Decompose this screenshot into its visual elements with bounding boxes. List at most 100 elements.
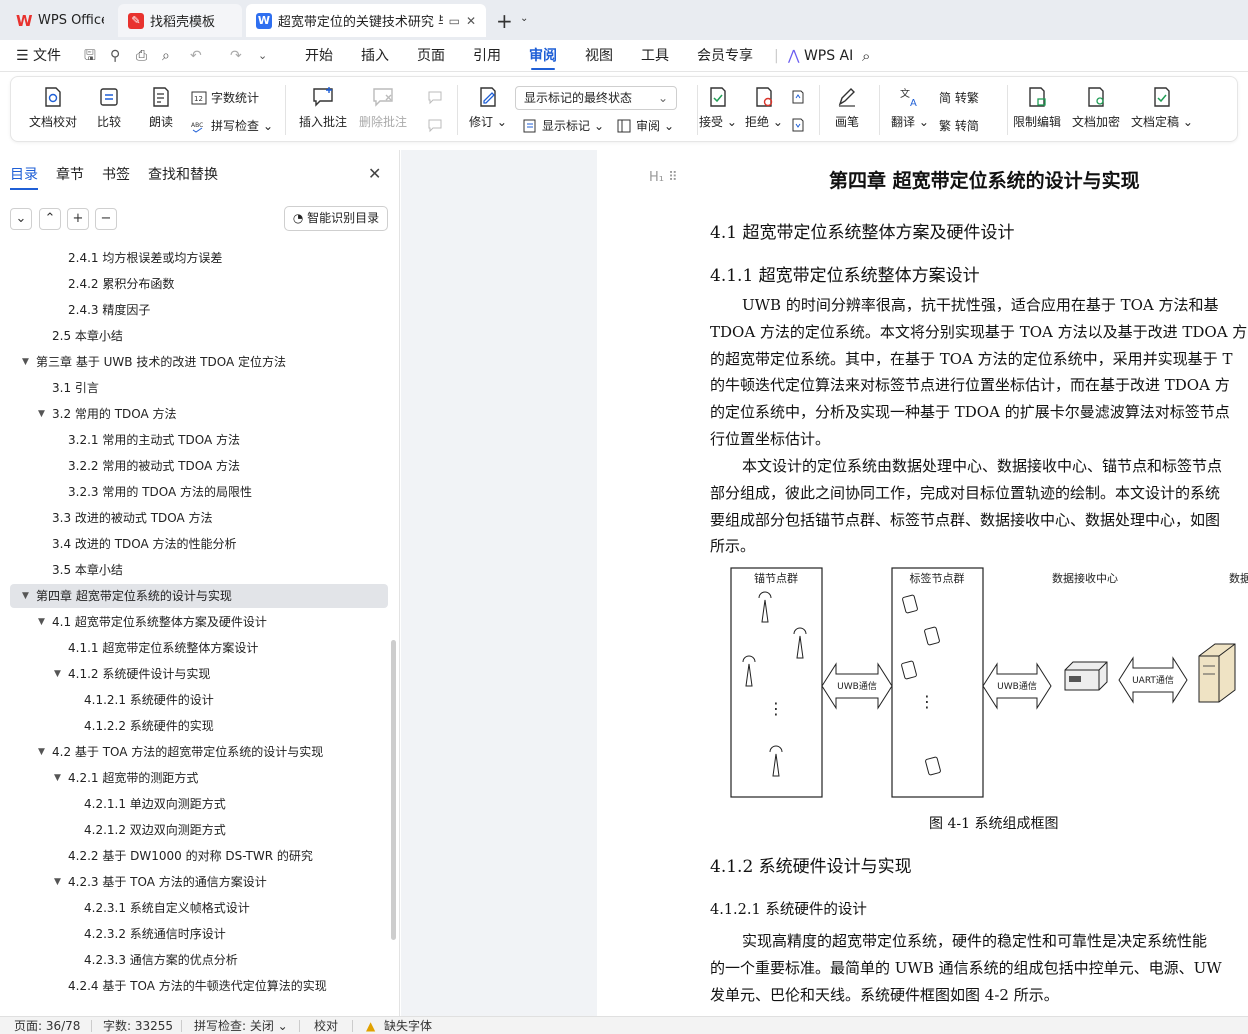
show-markup-button[interactable]: 显示标记 ⌄ <box>522 117 604 134</box>
toc-item[interactable]: 4.2.2 基于 DW1000 的对称 DS-TWR 的研究 <box>10 844 388 868</box>
to-traditional-button[interactable]: 简 转繁 <box>939 89 979 106</box>
toc-item[interactable]: 2.4.3 精度因子 <box>10 298 388 322</box>
print-preview-icon[interactable]: ⌕ <box>162 40 170 72</box>
prev-change-icon[interactable] <box>790 89 806 105</box>
heading-handle-icon[interactable]: H₁ ⠿ <box>649 170 678 185</box>
to-simplified-button[interactable]: 繁 转简 <box>939 117 979 134</box>
menu-view[interactable]: 视图 <box>585 40 613 72</box>
toc-item[interactable]: 2.4.1 均方根误差或均方误差 <box>10 246 388 270</box>
pen-button[interactable]: 画笔 <box>835 85 859 130</box>
toc-item[interactable]: 4.2.3.2 系统通信时序设计 <box>10 922 388 946</box>
toc-item[interactable]: ▼ 第三章 基于 UWB 技术的改进 TDOA 定位方法 <box>10 350 388 374</box>
expand-toggle-icon[interactable]: ▼ <box>38 610 45 634</box>
review-pane-button[interactable]: 审阅 ⌄ <box>616 117 674 134</box>
tab-find-replace[interactable]: 查找和替换 <box>148 164 218 184</box>
save-icon[interactable]: 🖫 <box>84 40 96 72</box>
menu-insert[interactable]: 插入 <box>361 40 389 72</box>
print-icon[interactable]: ⎙ <box>136 40 147 72</box>
proofread-status[interactable]: 校对 <box>314 1017 338 1034</box>
collapse-up-icon[interactable]: ⌃ <box>39 208 61 230</box>
undo-icon[interactable]: ↶ <box>190 40 202 72</box>
prev-comment-icon[interactable] <box>427 89 443 105</box>
toc-item[interactable]: 3.2.2 常用的被动式 TDOA 方法 <box>10 454 388 478</box>
toc-item[interactable]: ▼ 4.2.1 超宽带的测距方式 <box>10 766 388 790</box>
remove-level-icon[interactable]: − <box>95 208 117 230</box>
chevron-down-icon[interactable]: ⌄ <box>520 13 528 24</box>
scrollbar-thumb[interactable] <box>391 640 396 940</box>
doc-check-button[interactable]: 文档校对 <box>29 85 77 130</box>
menu-review[interactable]: 审阅 <box>529 40 557 72</box>
toc-item[interactable]: 4.2.1.1 单边双向测距方式 <box>10 792 388 816</box>
expand-toggle-icon[interactable]: ▼ <box>22 584 29 608</box>
new-tab-button[interactable]: + <box>496 9 513 33</box>
word-count[interactable]: 字数: 33255 <box>103 1017 173 1034</box>
toc-item[interactable]: 4.2.1.2 双边双向测距方式 <box>10 818 388 842</box>
menu-start[interactable]: 开始 <box>305 40 333 72</box>
toc-item[interactable]: 3.3 改进的被动式 TDOA 方法 <box>10 506 388 530</box>
toc-item[interactable]: 3.5 本章小结 <box>10 558 388 582</box>
spell-check-button[interactable]: ABC 拼写检查 ⌄ <box>191 117 273 134</box>
finalize-button[interactable]: 文档定稿 ⌄ <box>1131 85 1193 130</box>
menu-tools[interactable]: 工具 <box>641 40 669 72</box>
toc-item[interactable]: 4.1.1 超宽带定位系统整体方案设计 <box>10 636 388 660</box>
insert-comment-button[interactable]: 插入批注 <box>299 85 347 130</box>
smart-toc-button[interactable]: ◔ 智能识别目录 <box>284 206 388 231</box>
restrict-edit-button[interactable]: 限制编辑 <box>1013 85 1061 130</box>
toc-item[interactable]: 3.2.3 常用的 TDOA 方法的局限性 <box>10 480 388 504</box>
tab-chapters[interactable]: 章节 <box>56 164 84 184</box>
missing-font-status[interactable]: 缺失字体 <box>384 1017 432 1034</box>
menu-member[interactable]: 会员专享 <box>697 40 753 72</box>
collapse-down-icon[interactable]: ⌄ <box>10 208 32 230</box>
wps-ai-button[interactable]: ⋀ WPS AI <box>788 40 853 72</box>
toc-item[interactable]: 3.2.1 常用的主动式 TDOA 方法 <box>10 428 388 452</box>
redo-icon[interactable]: ↷ <box>230 40 242 72</box>
expand-toggle-icon[interactable]: ▼ <box>22 350 29 374</box>
expand-toggle-icon[interactable]: ▼ <box>38 402 45 426</box>
toc-item[interactable]: ▼ 4.1.2 系统硬件设计与实现 <box>10 662 388 686</box>
expand-toggle-icon[interactable]: ▼ <box>54 662 61 686</box>
toc-item[interactable]: 4.1.2.1 系统硬件的设计 <box>10 688 388 712</box>
menu-page[interactable]: 页面 <box>417 40 445 72</box>
encrypt-button[interactable]: 文档加密 <box>1072 85 1120 130</box>
toc-item[interactable]: ▼ 4.2 基于 TOA 方法的超宽带定位系统的设计与实现 <box>10 740 388 764</box>
toc-item[interactable]: ▼ 4.1 超宽带定位系统整体方案及硬件设计 <box>10 610 388 634</box>
more-chevron-icon[interactable]: ⌄ <box>258 40 267 72</box>
expand-toggle-icon[interactable]: ▼ <box>54 766 61 790</box>
tab-wps-office[interactable]: W WPS Office <box>6 4 114 37</box>
share-icon[interactable]: ⚲ <box>110 40 120 72</box>
tab-toc[interactable]: 目录 <box>10 164 38 190</box>
accept-button[interactable]: 接受 ⌄ <box>699 85 737 130</box>
menu-reference[interactable]: 引用 <box>473 40 501 72</box>
search-icon[interactable]: ⌕ <box>862 40 870 72</box>
toc-item[interactable]: 4.2.4 基于 TOA 方法的牛顿迭代定位算法的实现 <box>10 974 388 998</box>
close-icon[interactable]: ✕ <box>368 164 381 183</box>
toc-item[interactable]: 4.1.2.2 系统硬件的实现 <box>10 714 388 738</box>
word-count-button[interactable]: 12 字数统计 <box>191 89 259 106</box>
close-tab-icon[interactable]: ✕ <box>466 14 476 28</box>
document-page[interactable]: H₁ ⠿ 第四章 超宽带定位系统的设计与实现 4.1 超宽带定位系统整体方案及硬… <box>597 150 1248 1016</box>
next-comment-icon[interactable] <box>427 117 443 133</box>
translate-button[interactable]: 文A 翻译 ⌄ <box>891 85 929 130</box>
tab-bookmarks[interactable]: 书签 <box>102 164 130 184</box>
toc-item[interactable]: 3.4 改进的 TDOA 方法的性能分析 <box>10 532 388 556</box>
page-indicator[interactable]: 页面: 36/78 <box>14 1017 80 1034</box>
file-menu[interactable]: ☰ 文件 <box>16 40 61 72</box>
compare-button[interactable]: 比较 <box>97 85 121 130</box>
tab-docer-templates[interactable]: ✎ 找稻壳模板 <box>118 4 242 37</box>
toc-item[interactable]: ▼ 第四章 超宽带定位系统的设计与实现 <box>10 584 388 608</box>
toc-item[interactable]: 4.2.3.1 系统自定义帧格式设计 <box>10 896 388 920</box>
window-restore-icon[interactable]: ▭ <box>449 14 460 28</box>
next-change-icon[interactable] <box>790 117 806 133</box>
toc-item[interactable]: 4.2.3.3 通信方案的优点分析 <box>10 948 388 972</box>
markup-state-select[interactable]: 显示标记的最终状态 ⌄ <box>515 86 677 110</box>
toc-item[interactable]: 2.5 本章小结 <box>10 324 388 348</box>
toc-item[interactable]: ▼ 4.2.3 基于 TOA 方法的通信方案设计 <box>10 870 388 894</box>
revise-button[interactable]: 修订 ⌄ <box>469 85 507 130</box>
delete-comment-button[interactable]: 删除批注 <box>359 85 407 130</box>
spell-check-status[interactable]: 拼写检查: 关闭 ⌄ <box>194 1017 288 1034</box>
expand-toggle-icon[interactable]: ▼ <box>38 740 45 764</box>
toc-item[interactable]: 2.4.2 累积分布函数 <box>10 272 388 296</box>
add-level-icon[interactable]: + <box>67 208 89 230</box>
toc-item[interactable]: 3.1 引言 <box>10 376 388 400</box>
toc-item[interactable]: ▼ 3.2 常用的 TDOA 方法 <box>10 402 388 426</box>
